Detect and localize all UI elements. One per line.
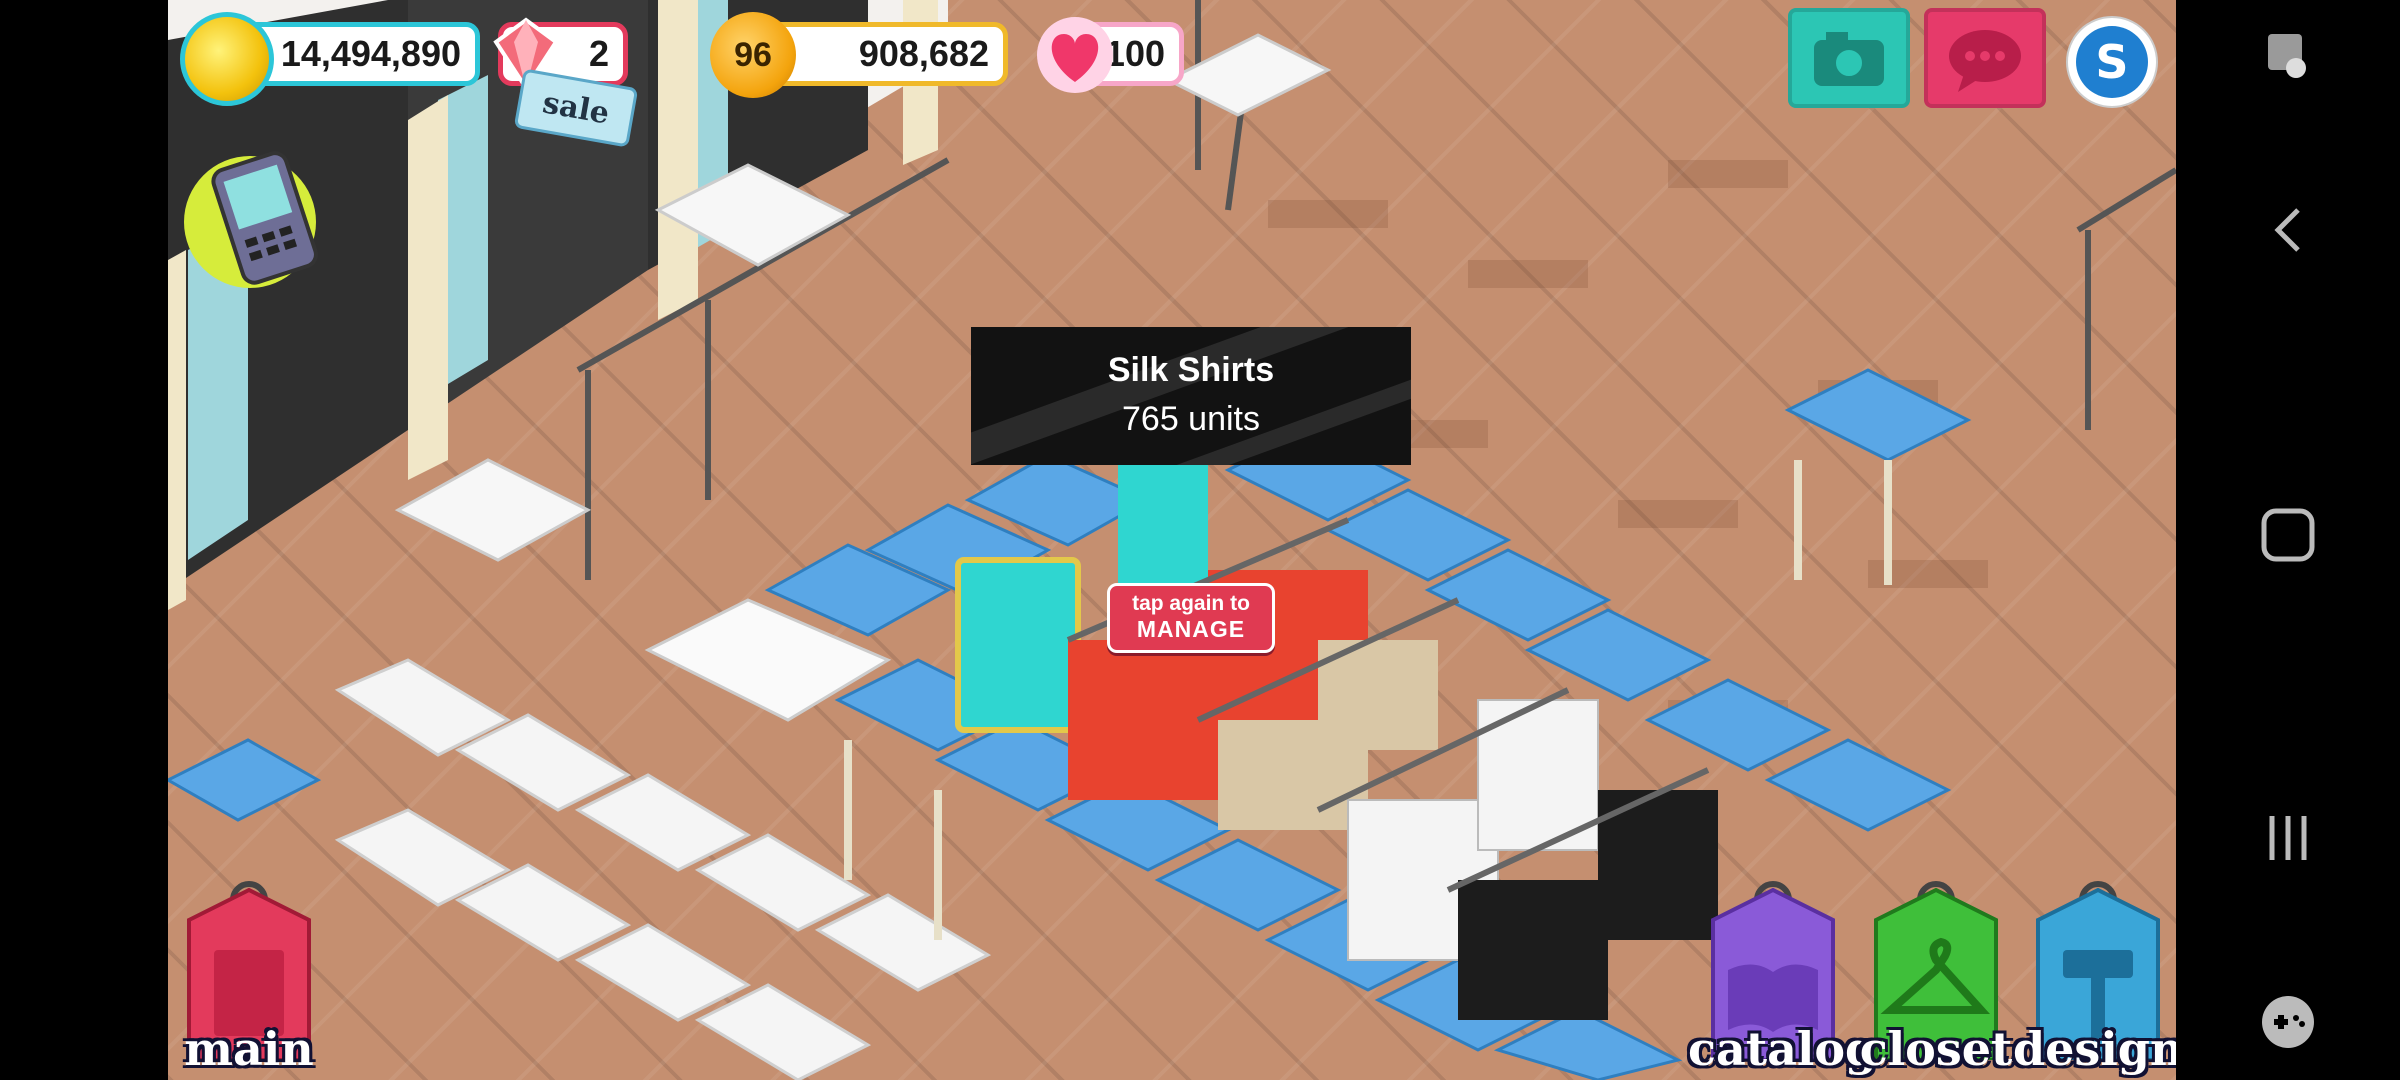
s-icon[interactable]: S: [2064, 14, 2160, 110]
xp-value: 908,682: [858, 33, 989, 74]
design-label: design: [2013, 1022, 2176, 1076]
recents-icon: [2269, 816, 2307, 860]
star-icon: 96: [710, 12, 796, 98]
item-tooltip: Silk Shirts 765 units: [971, 327, 1411, 465]
back-button[interactable]: [2176, 200, 2400, 260]
heart-icon: [1037, 17, 1113, 93]
camera-icon: [1814, 32, 1884, 86]
home-button[interactable]: [2176, 505, 2400, 565]
sale-label: sale: [540, 84, 612, 132]
camera-button[interactable]: [1788, 8, 1910, 108]
design-button[interactable]: design: [2013, 880, 2176, 1080]
closet-label: closet: [1859, 1022, 2013, 1076]
system-nav-bar: [2176, 0, 2400, 1080]
gems-value: 2: [588, 33, 609, 74]
tap-to-manage-tag[interactable]: tap again to MANAGE: [1107, 583, 1275, 653]
game-viewport[interactable]: 14,494,890 2 sale 908,682 96 100 S Silk …: [168, 0, 2176, 1080]
tooltip-units: 765 units: [1122, 400, 1260, 438]
level-value: 96: [734, 35, 772, 74]
catalog-button[interactable]: catalog: [1688, 880, 1877, 1080]
edit-icon: [2268, 34, 2306, 78]
main-button[interactable]: main: [174, 880, 324, 1080]
chat-button[interactable]: [1924, 8, 2046, 108]
gamepad-icon: [2262, 996, 2314, 1048]
chat-icon: [1949, 30, 2021, 92]
tap-tag-line1: tap again to: [1132, 592, 1250, 615]
screenshot-edit-button[interactable]: [2176, 28, 2400, 88]
recents-button[interactable]: [2176, 808, 2400, 868]
home-icon: [2261, 508, 2315, 562]
back-icon: [2274, 208, 2300, 252]
coin-icon: [180, 12, 274, 106]
tooltip-title: Silk Shirts: [1107, 351, 1275, 389]
game-tools-button[interactable]: [2176, 990, 2400, 1054]
tap-tag-line2: MANAGE: [1136, 616, 1246, 642]
main-label: main: [184, 1022, 314, 1076]
coins-value: 14,494,890: [280, 33, 461, 74]
catalog-label: catalog: [1688, 1022, 1878, 1076]
closet-button[interactable]: closet: [1860, 880, 2012, 1080]
svg-text:S: S: [2095, 35, 2128, 89]
phone-icon[interactable]: [180, 130, 330, 300]
